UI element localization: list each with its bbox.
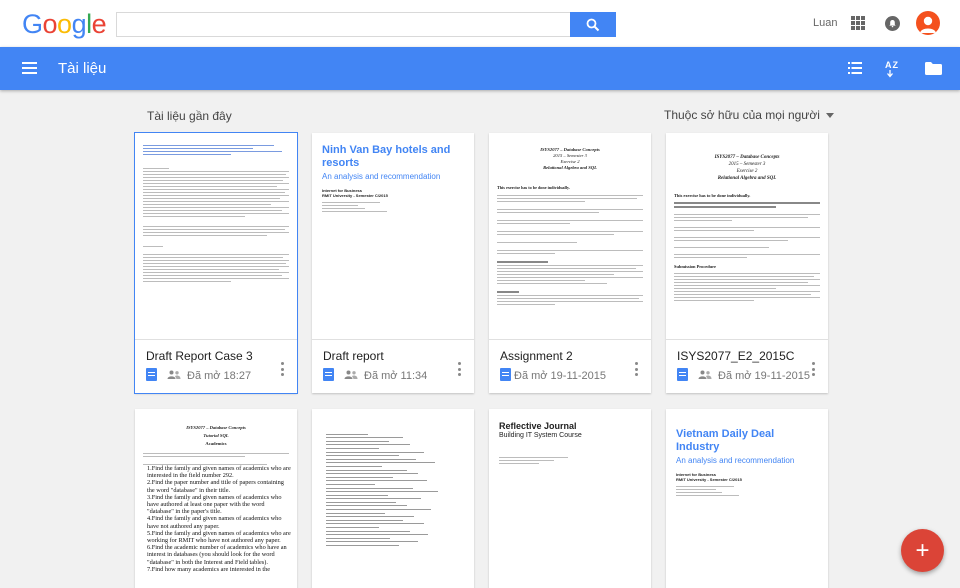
document-card[interactable]: Draft Report Case 3 Đã mở 18:27 [134,132,298,394]
owner-filter-dropdown[interactable]: Thuộc sở hữu của mọi người [664,108,834,122]
shared-people-icon [344,370,358,379]
google-docs-icon [323,368,334,381]
thumb-subheading: Building IT System Course [499,432,582,439]
thumb-subheading: Tutorial SQL [203,433,229,438]
user-name[interactable]: Luan [813,17,837,29]
create-new-button[interactable]: + [901,529,944,572]
list-view-icon[interactable] [848,62,862,74]
tutorial-question-list: 1.Find the family and given names of aca… [147,465,291,573]
document-thumbnail[interactable]: Vietnam Daily Deal Industry An analysis … [666,409,828,588]
last-opened: Đã mở 18:27 [187,370,252,382]
document-card[interactable]: Ninh Van Bay hotels and resorts An analy… [312,133,474,393]
google-docs-icon [500,368,511,381]
thumb-heading: ISYS2077 – Database Concepts [714,155,780,160]
thumb-subheading: An analysis and recommendation [322,172,441,181]
document-card[interactable]: Vietnam Daily Deal Industry An analysis … [666,409,828,588]
google-logo[interactable]: Google [22,9,107,40]
plus-icon: + [915,536,930,564]
document-card[interactable]: ISYS2077 – Database Concepts 2015 – Seme… [666,133,828,393]
thumb-subheading: 2015 – Semester 3 [728,162,766,167]
search-icon [586,18,600,31]
more-options-icon[interactable] [635,362,639,376]
document-thumbnail[interactable] [312,409,474,588]
logo-letter: g [71,9,87,39]
thumb-subheading: Academics [205,441,227,446]
menu-icon[interactable] [22,62,37,74]
section-title: Tài liệu gần đây [147,109,232,123]
last-opened: Đã mở 19-11-2015 [514,370,607,382]
list-item: 4.Find the family and given names of aca… [147,515,282,530]
owner-filter-label: Thuộc sở hữu của mọi người [664,108,820,122]
sort-icon-label: AZ [885,60,899,70]
folder-icon[interactable] [925,62,942,75]
thumb-subheading: Relational Algebra and SQL [543,165,597,170]
logo-letter: G [22,9,43,39]
document-title[interactable]: Draft report [323,349,384,363]
list-item: 3.Find the family and given names of aca… [147,493,282,516]
thumb-subheading: Exercise 2 [736,169,758,174]
document-thumbnail[interactable]: ISYS2077 – Database Concepts 2015 – Seme… [666,133,828,340]
thumb-heading: ISYS2077 – Database Concepts [186,425,246,430]
last-opened: Đã mở 19-11-2015 [718,370,811,382]
document-card[interactable] [312,409,474,588]
list-item: 6.Find the academic number of academics … [147,544,287,566]
thumb-line: Submission Procedure [674,264,716,269]
notifications-icon[interactable] [885,16,900,31]
thumb-heading: Vietnam Daily Deal Industry [676,428,775,453]
top-bar: Google Luan [0,0,960,47]
more-options-icon[interactable] [812,362,816,376]
document-thumbnail[interactable]: ISYS2077 – Database Concepts 2015 – Seme… [489,133,651,340]
document-title[interactable]: Assignment 2 [500,349,573,363]
document-thumbnail[interactable]: ISYS2077 – Database Concepts Tutorial SQ… [135,409,297,588]
list-item: 7.Find how many academics are interested… [147,565,271,573]
search-input[interactable] [116,12,571,37]
list-item: 1.Find the family and given names of aca… [147,465,291,480]
more-options-icon[interactable] [458,362,462,376]
document-card[interactable]: ISYS2077 – Database Concepts 2015 – Seme… [489,133,651,393]
document-title[interactable]: Draft Report Case 3 [146,349,253,363]
document-thumbnail[interactable]: Reflective Journal Building IT System Co… [489,409,651,588]
thumb-heading: Ninh Van Bay hotels and resorts [322,144,451,169]
thumb-heading: Reflective Journal [499,421,577,431]
search-button[interactable] [570,12,616,37]
document-card[interactable]: Reflective Journal Building IT System Co… [489,409,651,588]
logo-letter: o [57,9,72,39]
thumb-line: This exercise has to be done individuall… [674,193,751,198]
thumb-line: This exercise has to be done individuall… [497,185,570,190]
google-docs-icon [146,368,157,381]
document-thumbnail[interactable] [135,133,297,340]
document-title[interactable]: ISYS2077_E2_2015C [677,349,794,363]
last-opened: Đã mở 11:34 [364,370,428,382]
app-bar: Tài liệu AZ [0,47,960,90]
logo-letter: e [91,9,107,39]
shared-people-icon [167,370,181,379]
chevron-down-icon [825,112,834,118]
document-card[interactable]: ISYS2077 – Database Concepts Tutorial SQ… [135,409,297,588]
logo-letter: o [42,9,58,39]
list-item: 5.Find the family and given names of aca… [147,529,291,545]
avatar[interactable] [916,11,940,35]
more-options-icon[interactable] [281,362,285,376]
document-thumbnail[interactable]: Ninh Van Bay hotels and resorts An analy… [312,133,474,340]
thumb-subheading: An analysis and recommendation [676,456,795,465]
apps-grid-icon[interactable] [851,16,865,30]
list-item: 2.Find the paper number and title of pap… [147,479,284,494]
page-title: Tài liệu [58,60,107,77]
sort-az-icon[interactable]: AZ [885,61,901,79]
thumb-subheading: Relational Algebra and SQL [717,176,777,181]
shared-people-icon [698,370,712,379]
google-docs-icon [677,368,688,381]
